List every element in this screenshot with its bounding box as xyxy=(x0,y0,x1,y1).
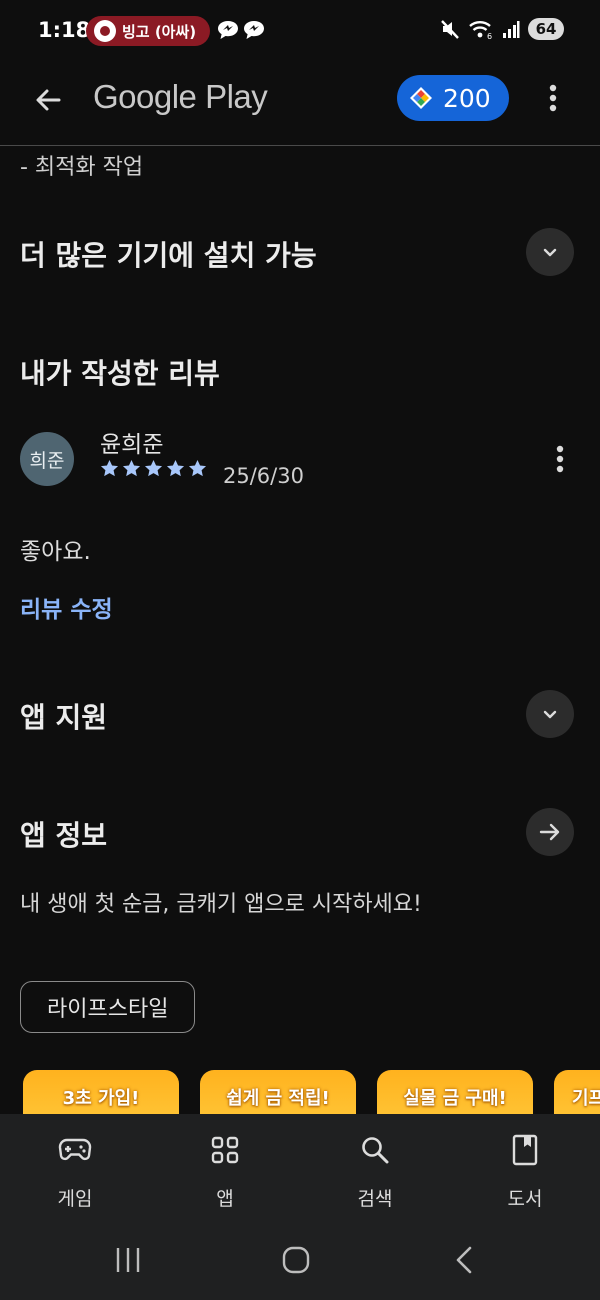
bottom-navigation: 게임 앱 검색 도서 xyxy=(0,1114,600,1218)
star-icon xyxy=(188,459,207,477)
reviewer-name: 윤희준 xyxy=(100,432,164,458)
recent-apps-icon xyxy=(116,1248,140,1272)
app-info-description: 내 생애 첫 순금, 금캐기 앱으로 시작하세요! xyxy=(20,892,422,917)
app-details-content[interactable]: - 최적화 작업 더 많은 기기에 설치 가능 내가 작성한 리뷰 희준 윤희준… xyxy=(0,146,600,1114)
notification-text: 빙고 (아싸) xyxy=(122,22,197,41)
screenshot-banner[interactable]: 3초 가입! xyxy=(23,1070,179,1114)
star-icon xyxy=(122,459,141,477)
nav-games-label: 게임 xyxy=(57,1188,93,1210)
banner-text: 쉽게 금 적립! xyxy=(226,1088,330,1109)
banner-text: 실물 금 구매! xyxy=(403,1088,507,1109)
avatar-initials: 희준 xyxy=(29,449,65,472)
battery-indicator: 64 xyxy=(528,18,564,40)
app-notification-icon xyxy=(94,20,116,42)
more-vert-icon xyxy=(556,445,564,473)
google-play-logo: Google Play xyxy=(93,78,268,115)
gamepad-icon xyxy=(58,1138,92,1161)
review-text: 좋아요. xyxy=(20,539,91,565)
review-date: 25/6/30 xyxy=(223,464,304,488)
chat-bubble-icon xyxy=(244,21,264,39)
star-icon xyxy=(144,459,163,477)
back-button[interactable] xyxy=(28,80,68,120)
play-points-icon xyxy=(410,87,432,109)
nav-books[interactable]: 도서 xyxy=(450,1114,600,1218)
app-support-expand-button[interactable] xyxy=(526,690,574,738)
nav-search[interactable]: 검색 xyxy=(300,1114,450,1218)
review-menu-button[interactable] xyxy=(546,442,574,476)
arrow-back-icon xyxy=(36,89,61,111)
more-devices-title: 더 많은 기기에 설치 가능 xyxy=(20,239,317,272)
edit-review-link[interactable]: 리뷰 수정 xyxy=(20,590,113,624)
screenshot-banner[interactable]: 쉽게 금 적립! xyxy=(200,1070,356,1114)
star-icon xyxy=(100,459,119,477)
chat-notification-icons xyxy=(216,19,266,41)
more-devices-expand-button[interactable] xyxy=(526,228,574,276)
nav-search-label: 검색 xyxy=(357,1188,393,1210)
star-icon xyxy=(166,459,185,477)
notification-pill[interactable]: 빙고 (아싸) xyxy=(86,16,211,46)
my-review-title: 내가 작성한 리뷰 xyxy=(20,357,220,390)
whats-new-line: - 최적화 작업 xyxy=(20,155,144,180)
apps-grid-icon xyxy=(211,1136,239,1164)
app-support-title: 앱 지원 xyxy=(20,701,108,734)
chat-bubble-icon xyxy=(218,21,238,39)
avatar: 희준 xyxy=(20,432,74,486)
overflow-menu-button[interactable] xyxy=(538,78,568,118)
nav-games[interactable]: 게임 xyxy=(0,1114,150,1218)
nav-books-label: 도서 xyxy=(507,1188,543,1210)
arrow-forward-icon xyxy=(539,823,560,841)
app-bar: Google Play 200 xyxy=(0,64,600,146)
app-info-open-button[interactable] xyxy=(526,808,574,856)
back-chevron-icon xyxy=(456,1246,472,1274)
recent-apps-button[interactable] xyxy=(106,1238,150,1282)
banner-text: 3초 가입! xyxy=(62,1088,140,1109)
screenshot-banner[interactable]: 기프 xyxy=(554,1070,600,1114)
search-icon xyxy=(362,1137,389,1164)
star-rating xyxy=(100,459,207,478)
play-points-button[interactable]: 200 xyxy=(397,75,509,121)
banner-text: 기프 xyxy=(572,1088,600,1109)
play-points-value: 200 xyxy=(443,83,491,113)
status-indicators: 6 64 xyxy=(440,18,564,40)
mute-icon xyxy=(441,20,459,39)
svg-text:6: 6 xyxy=(487,32,492,40)
wifi-icon: 6 xyxy=(469,21,492,40)
home-button[interactable] xyxy=(274,1238,318,1282)
category-chip-label: 라이프스타일 xyxy=(47,997,169,1022)
chevron-down-icon xyxy=(543,248,557,257)
home-icon xyxy=(282,1246,310,1274)
nav-apps[interactable]: 앱 xyxy=(150,1114,300,1218)
signal-icon xyxy=(503,21,520,38)
status-bar: 1:18 빙고 (아싸) 6 64 xyxy=(0,0,600,64)
status-time: 1:18 xyxy=(38,18,91,42)
nav-apps-label: 앱 xyxy=(216,1188,234,1210)
system-navigation-bar xyxy=(0,1218,600,1300)
app-info-title: 앱 정보 xyxy=(20,819,108,852)
book-icon xyxy=(512,1134,538,1166)
chevron-down-icon xyxy=(543,710,557,719)
more-vert-icon xyxy=(549,84,557,112)
screenshot-banner[interactable]: 실물 금 구매! xyxy=(377,1070,533,1114)
system-back-button[interactable] xyxy=(442,1238,486,1282)
category-chip[interactable]: 라이프스타일 xyxy=(20,981,196,1033)
